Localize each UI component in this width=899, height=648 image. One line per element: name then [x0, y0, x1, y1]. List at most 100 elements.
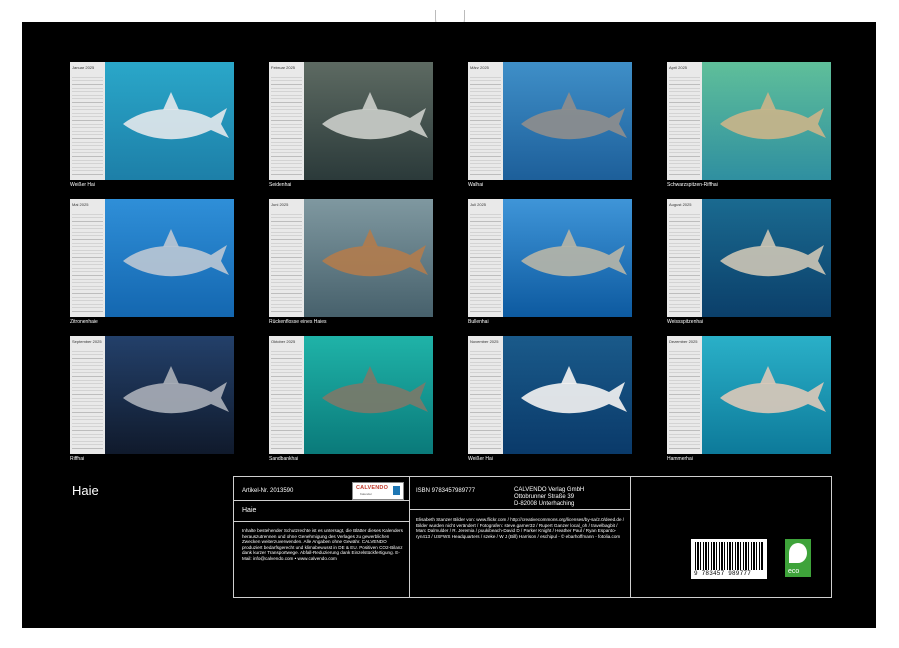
day-lines	[271, 211, 302, 314]
calendar-title: Haie	[72, 483, 99, 498]
day-lines	[669, 211, 700, 314]
month-label: September 2025	[72, 339, 102, 344]
month-thumbnail: Dezember 2025Hammerhai	[667, 336, 831, 454]
month-thumbnail: Mai 2025Zitronenhaie	[70, 199, 234, 317]
divider	[234, 521, 409, 522]
month-caption: Schwarzspitzen-Riffhai	[667, 182, 718, 188]
month-calendar-strip: Juni 2025	[269, 199, 304, 317]
shark-photo	[702, 62, 831, 180]
shark-photo-graphic	[503, 62, 632, 180]
divider	[410, 509, 630, 510]
month-label: Juni 2025	[271, 202, 288, 207]
month-thumbnail: November 2025Weißer Hai	[468, 336, 632, 454]
shark-photo	[304, 199, 433, 317]
barcode: 9 783457 989777	[691, 539, 767, 579]
month-label: Oktober 2025	[271, 339, 295, 344]
month-caption: Zitronenhaie	[70, 319, 98, 325]
eco-label: eco	[788, 568, 799, 575]
month-caption: Weißer Hai	[468, 456, 493, 462]
info-box: Artikel-Nr. 2013590 CALVENDO Kalender Ha…	[233, 476, 832, 598]
day-lines	[470, 348, 501, 451]
month-label: Juli 2025	[470, 202, 486, 207]
month-label: Dezember 2025	[669, 339, 697, 344]
month-thumbnail: Januar 2025Weißer Hai	[70, 62, 234, 180]
day-lines	[72, 348, 103, 451]
barcode-number: 9 783457 989777	[694, 570, 751, 577]
month-calendar-strip: April 2025	[667, 62, 702, 180]
shark-photo-graphic	[304, 336, 433, 454]
shark-photo	[105, 62, 234, 180]
isbn: ISBN 9783457989777	[416, 488, 475, 494]
eco-badge: eco	[785, 539, 811, 577]
shark-photo-graphic	[702, 199, 831, 317]
month-thumbnail: August 2025Weissspitzenhai	[667, 199, 831, 317]
shark-photo	[503, 336, 632, 454]
day-lines	[72, 74, 103, 177]
month-label: Mai 2025	[72, 202, 88, 207]
day-lines	[470, 74, 501, 177]
month-calendar-strip: September 2025	[70, 336, 105, 454]
logo-text: CALVENDO	[356, 485, 388, 491]
calvendo-logo: CALVENDO Kalender	[352, 482, 404, 500]
divider	[234, 500, 409, 501]
shark-photo	[105, 336, 234, 454]
month-calendar-strip: Mai 2025	[70, 199, 105, 317]
month-calendar-strip: Juli 2025	[468, 199, 503, 317]
month-calendar-strip: August 2025	[667, 199, 702, 317]
calendar-subtitle: Haie	[242, 507, 256, 514]
month-thumbnail: April 2025Schwarzspitzen-Riffhai	[667, 62, 831, 180]
shark-photo-graphic	[105, 199, 234, 317]
month-thumbnail: September 2025Riffhai	[70, 336, 234, 454]
month-caption: Bullenhai	[468, 319, 489, 325]
publisher-address: CALVENDO Verlag GmbH Ottobrunner Straße …	[514, 487, 584, 507]
month-caption: Rückenflosse eines Haies	[269, 319, 327, 325]
month-thumbnail: März 2025Walhai	[468, 62, 632, 180]
month-label: November 2025	[470, 339, 498, 344]
month-calendar-strip: Oktober 2025	[269, 336, 304, 454]
day-lines	[470, 211, 501, 314]
barcode-bars	[695, 542, 763, 570]
month-calendar-strip: November 2025	[468, 336, 503, 454]
month-caption: Walhai	[468, 182, 483, 188]
shark-photo-graphic	[702, 336, 831, 454]
month-label: Februar 2025	[271, 65, 295, 70]
month-caption: Weißer Hai	[70, 182, 95, 188]
shark-photo	[702, 199, 831, 317]
day-lines	[669, 348, 700, 451]
month-label: Januar 2025	[72, 65, 94, 70]
month-thumbnail: Juni 2025Rückenflosse eines Haies	[269, 199, 433, 317]
publisher-city: D-82008 Unterhaching	[514, 501, 584, 508]
shark-photo-graphic	[702, 62, 831, 180]
legal-text: Inhalte bestehender Schutzrechte ist es …	[242, 528, 404, 561]
info-column-article: Artikel-Nr. 2013590 CALVENDO Kalender Ha…	[234, 477, 410, 597]
month-thumbnail: Oktober 2025Sandbankhai	[269, 336, 433, 454]
month-caption: Weissspitzenhai	[667, 319, 703, 325]
month-caption: Riffhai	[70, 456, 84, 462]
month-caption: Sandbankhai	[269, 456, 298, 462]
shark-photo	[304, 336, 433, 454]
shark-photo-graphic	[105, 336, 234, 454]
publisher-name: CALVENDO Verlag GmbH	[514, 487, 584, 494]
month-calendar-strip: Februar 2025	[269, 62, 304, 180]
leaf-icon	[789, 543, 807, 563]
photo-credits: Elisabeth Stanzer Bilder von: www.flickr…	[416, 517, 626, 539]
shark-photo-graphic	[503, 336, 632, 454]
shark-photo-graphic	[304, 62, 433, 180]
shark-photo-graphic	[105, 62, 234, 180]
month-label: August 2025	[669, 202, 691, 207]
month-calendar-strip: Dezember 2025	[667, 336, 702, 454]
month-caption: Seidenhai	[269, 182, 291, 188]
shark-photo	[503, 199, 632, 317]
day-lines	[271, 348, 302, 451]
month-thumbnail: Juli 2025Bullenhai	[468, 199, 632, 317]
shark-photo	[702, 336, 831, 454]
month-calendar-strip: März 2025	[468, 62, 503, 180]
shark-photo	[503, 62, 632, 180]
month-calendar-strip: Januar 2025	[70, 62, 105, 180]
month-label: März 2025	[470, 65, 489, 70]
article-number: Artikel-Nr. 2013590	[242, 488, 293, 494]
month-thumbnail: Februar 2025Seidenhai	[269, 62, 433, 180]
info-column-barcode: 9 783457 989777 eco	[631, 477, 831, 597]
shark-photo-graphic	[304, 199, 433, 317]
month-caption: Hammerhai	[667, 456, 693, 462]
